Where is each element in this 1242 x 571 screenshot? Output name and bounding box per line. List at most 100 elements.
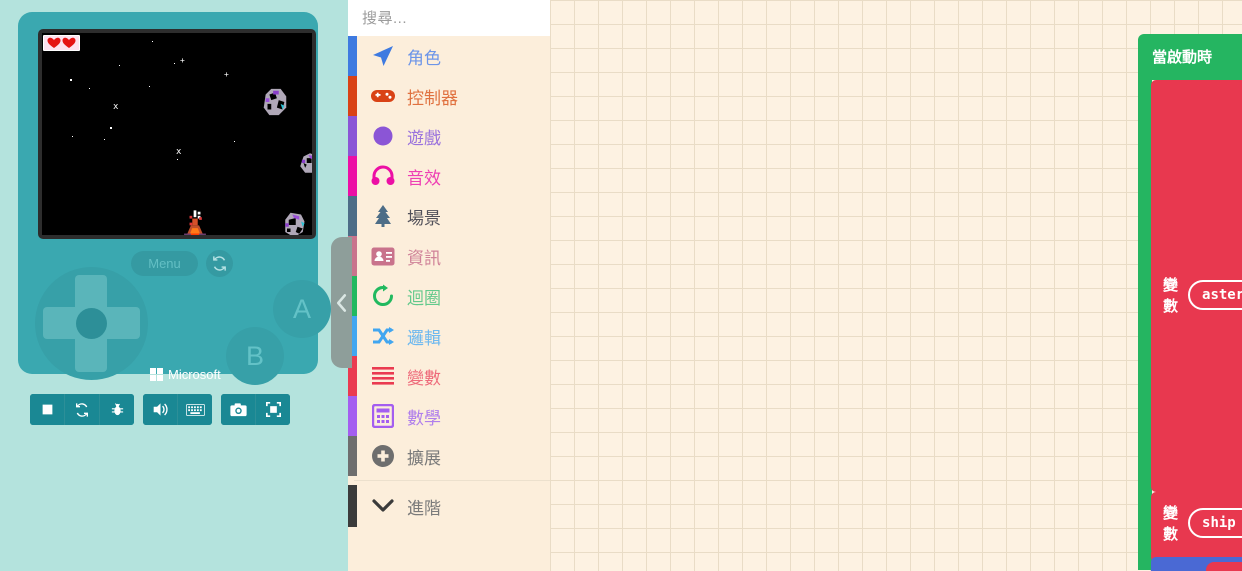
toolbar-group-playback (30, 394, 134, 425)
star (174, 63, 175, 64)
category-color-strip (348, 116, 357, 156)
block-notch (1171, 492, 1201, 499)
headphones-icon (370, 163, 396, 189)
sprite-icon (370, 43, 396, 69)
dpad-center[interactable] (76, 308, 107, 339)
ship-sprite (184, 210, 206, 235)
button-a[interactable]: A (273, 280, 331, 338)
category-label: 擴展 (407, 448, 441, 468)
screenshot-button[interactable] (221, 394, 256, 425)
category-label: 變數 (407, 368, 441, 388)
toolbar-group-capture (221, 394, 290, 425)
circle-icon (370, 123, 396, 149)
category-label: 迴圈 (407, 288, 441, 308)
search-input[interactable] (360, 8, 563, 28)
category-color-strip (348, 196, 357, 236)
on-start-label: 當啟動時 (1152, 49, 1213, 66)
tree-icon (370, 203, 396, 229)
block-notch (1171, 557, 1201, 564)
category-color-strip (348, 485, 357, 527)
toolbox-category-shuffle-icon[interactable]: 邏輯 (348, 316, 550, 356)
button-b[interactable]: B (226, 327, 284, 385)
category-label: 音效 (407, 168, 441, 188)
toolbox-category-info-card-icon[interactable]: 資訊 (348, 236, 550, 276)
block-notch (1171, 80, 1201, 87)
restart-button[interactable] (65, 394, 100, 425)
category-color-strip (348, 76, 357, 116)
toolbox-category-plus-circle-icon[interactable]: 擴展 (348, 436, 550, 476)
toolbox-category-lines-icon[interactable]: 變數 (348, 356, 550, 396)
variable-dropdown-ship[interactable]: ship (1188, 508, 1242, 538)
gamepad-icon (370, 83, 396, 109)
variable-name: asteroids (1202, 287, 1242, 303)
star (152, 41, 153, 42)
toolbox-category-calculator-icon[interactable]: 數學 (348, 396, 550, 436)
toolbox-category-headphones-icon[interactable]: 音效 (348, 156, 550, 196)
speaker-icon (153, 403, 168, 416)
menu-button[interactable]: Menu (131, 251, 198, 276)
restart-icon (76, 402, 88, 417)
loop-icon (370, 283, 396, 309)
toolbox-collapse-handle[interactable] (331, 237, 352, 368)
simulator-panel: + + x x Menu A B Microsoft (0, 0, 348, 571)
set-label: 變數 (1163, 277, 1179, 315)
star-plus: + (224, 70, 229, 79)
toolbox-category-chevron-down-icon[interactable]: 進階 (348, 485, 550, 527)
toolbox-category-gamepad-icon[interactable]: 控制器 (348, 76, 550, 116)
search-bar[interactable] (348, 0, 563, 36)
star-x: x (113, 102, 119, 112)
star-x: x (176, 147, 182, 157)
simulator-screen[interactable]: + + x x (42, 33, 312, 235)
asteroid-sprite (285, 212, 305, 235)
toolbox-category-tree-icon[interactable]: 場景 (348, 196, 550, 236)
category-color-strip (348, 36, 357, 76)
chevron-left-icon (336, 293, 347, 312)
keyboard-icon (185, 403, 205, 416)
category-label: 角色 (407, 48, 441, 68)
keyboard-button[interactable] (178, 394, 212, 425)
category-color-strip (348, 436, 357, 476)
simulator-refresh-button[interactable] (206, 250, 233, 277)
category-label: 控制器 (407, 88, 458, 108)
star (104, 139, 105, 140)
bug-icon (111, 403, 123, 416)
debug-button[interactable] (100, 394, 134, 425)
star (234, 141, 235, 142)
category-color-strip (348, 156, 357, 196)
variable-name: ship (1202, 515, 1236, 531)
heart-icon (62, 37, 76, 48)
fullscreen-button[interactable] (256, 394, 290, 425)
category-label: 數學 (407, 408, 441, 428)
toolbar-group-io (143, 394, 212, 425)
set-label: 變數 (1163, 505, 1179, 543)
toolbox-category-loop-icon[interactable]: 迴圈 (348, 276, 550, 316)
asteroid-sprite (300, 153, 312, 173)
app-root: + + x x Menu A B Microsoft 搜尋... 角色 控制器 … (0, 0, 1242, 571)
refresh-icon (213, 256, 226, 271)
health-hearts (43, 35, 80, 51)
mute-button[interactable] (143, 394, 178, 425)
asteroid-sprite (263, 88, 287, 116)
category-label: 遊戲 (407, 128, 441, 148)
category-color-strip (348, 396, 357, 436)
stop-icon (42, 404, 52, 415)
block-on-start[interactable]: 當啟動時 (1138, 34, 1242, 80)
heart-icon (47, 37, 61, 48)
toolbox-category-sprite-icon[interactable]: 角色 (348, 36, 550, 76)
toolbox-divider (348, 476, 550, 485)
set-asteroids-row: 變數 asteroids 設為 (1163, 274, 1242, 316)
category-label: 邏輯 (407, 328, 441, 348)
category-label: 進階 (407, 498, 441, 518)
set-ship-row: 變數 ship 設為 角色 (1163, 499, 1242, 547)
blocks-canvas[interactable]: 當啟動時 變數 asteroids 設為 陣列 (550, 0, 1242, 571)
stop-button[interactable] (30, 394, 65, 425)
chevron-down-icon (370, 493, 396, 519)
variable-dropdown-asteroids[interactable]: asteroids (1188, 280, 1242, 310)
block-partial-red-inner[interactable] (1206, 562, 1242, 571)
toolbox-panel: 角色控制器遊戲音效場景資訊迴圈邏輯變數數學擴展進階 (348, 0, 563, 571)
star (149, 86, 150, 87)
star (177, 159, 178, 160)
simulator-console: + + x x Menu A B Microsoft (18, 12, 331, 385)
toolbox-category-circle-icon[interactable]: 遊戲 (348, 116, 550, 156)
on-start-body (1138, 74, 1152, 570)
